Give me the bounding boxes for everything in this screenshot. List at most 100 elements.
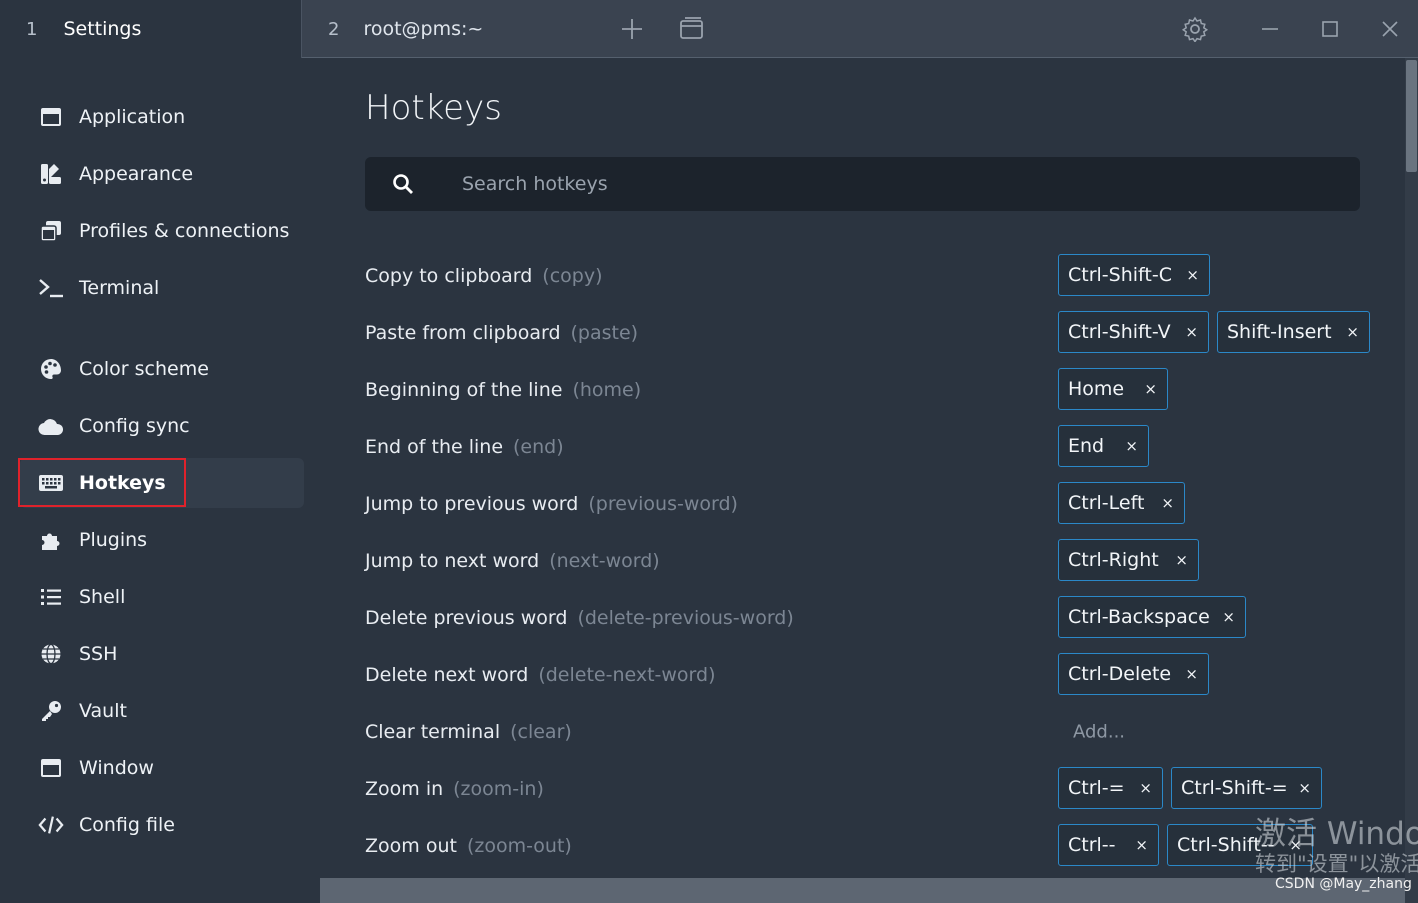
sidebar-item-label: Appearance <box>79 163 194 185</box>
profiles-icon <box>38 218 64 244</box>
hotkey-id: (delete-previous-word) <box>577 606 794 629</box>
hotkey-id: (delete-next-word) <box>538 663 716 686</box>
hotkey-chip[interactable]: Shift-Insert × <box>1217 311 1370 353</box>
sidebar-item-terminal[interactable]: Terminal <box>20 263 304 313</box>
sidebar-item-application[interactable]: Application <box>20 92 304 142</box>
sidebar-item-config-file[interactable]: Config file <box>20 800 304 850</box>
vertical-scrollbar-thumb[interactable] <box>1406 60 1417 172</box>
hotkey-name: End of the line <box>365 435 504 458</box>
hotkey-chip[interactable]: Ctrl-Shift-= × <box>1171 767 1322 809</box>
sidebar-item-appearance[interactable]: Appearance <box>20 149 304 199</box>
hotkey-chip[interactable]: Ctrl-Backspace × <box>1058 596 1246 638</box>
hotkey-row-delete-previous-word: Delete previous word (delete-previous-wor… <box>365 589 1375 646</box>
hotkey-row-delete-next-word: Delete next word (delete-next-word) Ctrl-… <box>365 646 1375 703</box>
remove-hotkey-icon[interactable]: × <box>1125 437 1138 455</box>
hotkey-name: Copy to clipboard <box>365 264 533 287</box>
sidebar-item-label: Window <box>79 757 154 779</box>
add-hotkey-link[interactable]: Add... <box>1073 721 1125 742</box>
tab-divider <box>302 57 1418 58</box>
puzzle-icon <box>38 527 64 553</box>
hotkey-row-next-word: Jump to next word (next-word) Ctrl-Right × <box>365 532 1375 589</box>
hotkey-chip-text: Home <box>1068 378 1125 400</box>
tab-settings[interactable]: 1 Settings <box>0 0 302 58</box>
sidebar-item-label: SSH <box>79 643 118 665</box>
appearance-icon <box>38 161 64 187</box>
gear-icon[interactable] <box>1180 14 1210 44</box>
hotkey-id: (previous-word) <box>588 492 738 515</box>
close-icon[interactable] <box>1375 14 1405 44</box>
remove-hotkey-icon[interactable]: × <box>1298 779 1311 797</box>
remove-hotkey-icon[interactable]: × <box>1175 551 1188 569</box>
sidebar-item-window[interactable]: Window <box>20 743 304 793</box>
maximize-icon[interactable] <box>1315 14 1345 44</box>
search-input[interactable] <box>460 172 1264 196</box>
hotkey-row-end: End of the line (end) End × <box>365 418 1375 475</box>
hotkey-chip-text: Ctrl-- <box>1068 834 1116 856</box>
tab-title: root@pms:~ <box>363 18 484 40</box>
search-bar[interactable] <box>365 157 1360 211</box>
tab-terminal[interactable]: 2 root@pms:~ <box>302 0 602 58</box>
remove-hotkey-icon[interactable]: × <box>1222 608 1235 626</box>
remove-hotkey-icon[interactable]: × <box>1144 380 1157 398</box>
hotkey-chip[interactable]: Ctrl-Shift-V × <box>1058 311 1209 353</box>
horizontal-scrollbar[interactable] <box>320 878 1405 903</box>
sidebar-item-color-scheme[interactable]: Color scheme <box>20 344 304 394</box>
list-icon <box>38 584 64 610</box>
hotkey-chip[interactable]: Ctrl-Right × <box>1058 539 1199 581</box>
remove-hotkey-icon[interactable]: × <box>1186 266 1199 284</box>
sidebar-item-shell[interactable]: Shell <box>20 572 304 622</box>
new-tab-plus-icon[interactable] <box>617 14 647 44</box>
activation-watermark: 激活 Windo <box>1255 816 1418 852</box>
hotkey-id: (next-word) <box>549 549 660 572</box>
new-window-icon[interactable] <box>677 14 707 44</box>
sidebar-item-profiles[interactable]: Profiles & connections <box>20 206 304 256</box>
hotkey-chip[interactable]: End × <box>1058 425 1149 467</box>
sidebar-item-vault[interactable]: Vault <box>20 686 304 736</box>
hotkey-row-paste: Paste from clipboard (paste) Ctrl-Shift-V… <box>365 304 1375 361</box>
key-icon <box>38 698 64 724</box>
hotkey-chip[interactable]: Ctrl-Shift-C × <box>1058 254 1210 296</box>
palette-icon <box>38 356 64 382</box>
hotkey-id: (zoom-out) <box>466 834 572 857</box>
sidebar-item-label: Shell <box>79 586 126 608</box>
hotkey-row-home: Beginning of the line (home) Home × <box>365 361 1375 418</box>
hotkey-id: (copy) <box>542 264 603 287</box>
hotkey-chip-text: Ctrl-Delete <box>1068 663 1172 685</box>
hotkey-chip[interactable]: Ctrl-= × <box>1058 767 1163 809</box>
hotkey-id: (paste) <box>570 321 639 344</box>
remove-hotkey-icon[interactable]: × <box>1346 323 1359 341</box>
hotkey-chip-text: Ctrl-Shift-V <box>1068 321 1171 343</box>
remove-hotkey-icon[interactable]: × <box>1185 665 1198 683</box>
hotkey-chip[interactable]: Ctrl-- × <box>1058 824 1159 866</box>
hotkey-chip-text: Ctrl-Shift-C <box>1068 264 1172 286</box>
hotkey-chip-text: End <box>1068 435 1105 457</box>
remove-hotkey-icon[interactable]: × <box>1139 779 1152 797</box>
sidebar-item-ssh[interactable]: SSH <box>20 629 304 679</box>
hotkey-chip-text: Ctrl-Right <box>1068 549 1159 571</box>
hotkey-chip-text: Ctrl-Backspace <box>1068 606 1210 628</box>
remove-hotkey-icon[interactable]: × <box>1135 836 1148 854</box>
hotkey-chip[interactable]: Ctrl-Left × <box>1058 482 1185 524</box>
remove-hotkey-icon[interactable]: × <box>1185 323 1198 341</box>
sidebar-item-config-sync[interactable]: Config sync <box>20 401 304 451</box>
hotkey-id: (clear) <box>510 720 572 743</box>
hotkey-name: Zoom out <box>365 834 457 857</box>
hotkey-chip-text: Ctrl-= <box>1068 777 1125 799</box>
hotkey-row-clear: Clear terminal (clear) Add... <box>365 703 1375 760</box>
sidebar-item-label: Config file <box>79 814 175 836</box>
minimize-icon[interactable] <box>1255 14 1285 44</box>
sidebar-item-label: Config sync <box>79 415 190 437</box>
hotkey-chip[interactable]: Home × <box>1058 368 1168 410</box>
remove-hotkey-icon[interactable]: × <box>1161 494 1174 512</box>
sidebar-item-label: Plugins <box>79 529 148 551</box>
hotkey-chip-text: Ctrl-Left <box>1068 492 1145 514</box>
hotkey-id: (end) <box>513 435 564 458</box>
hotkey-chip[interactable]: Ctrl-Delete × <box>1058 653 1209 695</box>
window-icon <box>38 104 64 130</box>
hotkey-name: Clear terminal <box>365 720 501 743</box>
hotkey-id: (home) <box>572 378 642 401</box>
hotkey-chip-text: Ctrl-Shift-= <box>1181 777 1288 799</box>
hotkey-row-copy: Copy to clipboard (copy) Ctrl-Shift-C × <box>365 247 1375 304</box>
vertical-scrollbar[interactable] <box>1405 58 1418 903</box>
sidebar-item-plugins[interactable]: Plugins <box>20 515 304 565</box>
